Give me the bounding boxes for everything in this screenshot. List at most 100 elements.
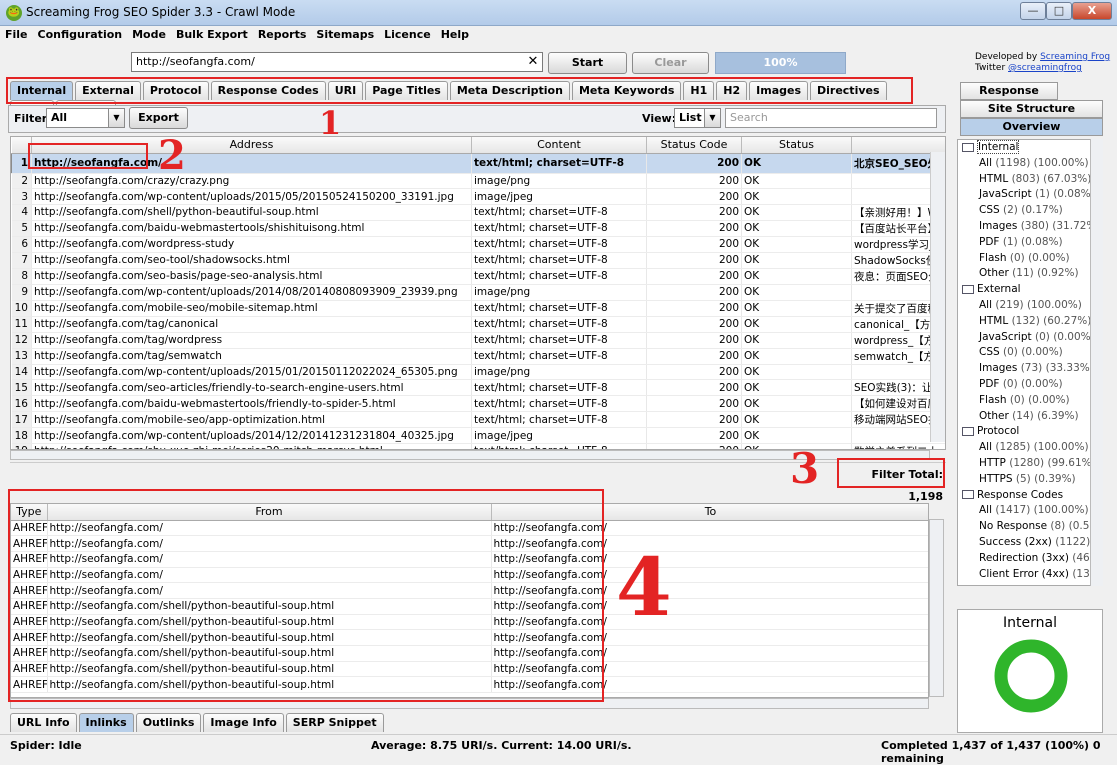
tree-item-count: (0) (0.00%) <box>1009 251 1070 264</box>
table-row[interactable]: 9 http://seofangfa.com/wp-content/uploads… <box>11 284 945 301</box>
table-row[interactable]: 10 http://seofangfa.com/mobile-seo/mobile… <box>11 300 945 317</box>
screaming-frog-link[interactable]: Screaming Frog <box>1040 52 1110 62</box>
menu-configuration[interactable]: Configuration <box>33 26 128 43</box>
menu-licence[interactable]: Licence <box>379 26 436 43</box>
address-cell: http://seofangfa.com/seo-tool/shadowsock… <box>31 252 472 269</box>
export-button[interactable]: Export <box>129 107 188 129</box>
column-header-title[interactable] <box>851 137 945 154</box>
tree-item[interactable]: Images (380) (31.72%) <box>958 219 1102 235</box>
tree-item[interactable]: No Response (8) (0.56 <box>958 519 1102 535</box>
column-header-status[interactable]: Status <box>741 137 852 154</box>
table-row[interactable]: 8 http://seofangfa.com/seo-basis/page-seo… <box>11 268 945 285</box>
tree-scrollbar[interactable] <box>1090 139 1103 586</box>
tab-serp-snippet[interactable]: SERP Snippet <box>285 713 384 732</box>
menu-bulk-export[interactable]: Bulk Export <box>171 26 253 43</box>
tree-item-label: HTML <box>979 314 1009 327</box>
minimize-button[interactable]: — <box>1020 2 1046 20</box>
menu-reports[interactable]: Reports <box>253 26 312 43</box>
table-row[interactable]: 17 http://seofangfa.com/mobile-seo/app-op… <box>11 411 945 429</box>
tree-category[interactable]: Response Codes <box>958 488 1102 504</box>
column-header-status-code[interactable]: Status Code <box>646 137 742 154</box>
table-row[interactable]: 18 http://seofangfa.com/wp-content/upload… <box>11 427 945 444</box>
maximize-button[interactable]: □ <box>1046 2 1072 20</box>
table-row[interactable]: 5 http://seofangfa.com/baidu-webmastertoo… <box>11 220 945 237</box>
tree-item[interactable]: PDF (1) (0.08%) <box>958 235 1102 251</box>
menu-mode[interactable]: Mode <box>127 26 171 43</box>
table-row[interactable]: 3 http://seofangfa.com/wp-content/uploads… <box>11 188 945 205</box>
content-cell: text/html; charset=UTF-8 <box>471 300 647 317</box>
menu-file[interactable]: File <box>0 26 33 43</box>
clear-url-icon[interactable]: ✕ <box>525 54 541 70</box>
row-number: 18 <box>11 427 32 444</box>
table-row[interactable]: 16 http://seofangfa.com/baidu-webmasterto… <box>11 395 945 413</box>
tree-category[interactable]: Internal <box>958 140 1102 156</box>
search-input[interactable]: Search <box>725 108 937 128</box>
tree-item[interactable]: Flash (0) (0.00%) <box>958 393 1102 409</box>
tree-item[interactable]: HTTP (1280) (99.61%) <box>958 456 1102 472</box>
tree-item-label: Flash <box>979 393 1007 406</box>
table-row[interactable]: 6 http://seofangfa.com/wordpress-study tex… <box>11 236 945 253</box>
menu-sitemaps[interactable]: Sitemaps <box>311 26 379 43</box>
status-code-cell: 200 <box>646 236 742 253</box>
start-button[interactable]: Start <box>548 52 627 74</box>
table-row[interactable]: 2 http://seofangfa.com/crazy/crazy.png ima… <box>11 173 945 190</box>
tree-item[interactable]: All (219) (100.00%) <box>958 298 1102 314</box>
tab-image-info[interactable]: Image Info <box>203 713 284 732</box>
table-row[interactable]: 15 http://seofangfa.com/seo-articles/frie… <box>11 379 945 397</box>
lower-vertical-scrollbar[interactable] <box>929 519 944 697</box>
tree-item[interactable]: PDF (0) (0.00%) <box>958 377 1102 393</box>
tree-item[interactable]: Other (11) (0.92%) <box>958 266 1102 282</box>
tab-site-structure[interactable]: Site Structure <box>960 100 1103 118</box>
tree-item-label: Images <box>979 362 1018 375</box>
filter-select[interactable]: All ▼ <box>46 108 125 128</box>
table-row[interactable]: 14 http://seofangfa.com/wp-content/upload… <box>11 364 945 381</box>
tree-item-label: PDF <box>979 377 1000 390</box>
tab-url-info[interactable]: URL Info <box>10 713 77 732</box>
vertical-scrollbar[interactable] <box>930 152 945 442</box>
tree-item[interactable]: CSS (0) (0.00%) <box>958 345 1102 361</box>
tree-item[interactable]: All (1285) (100.00%) <box>958 440 1102 456</box>
tree-item[interactable]: Client Error (4xx) (13) ( <box>958 567 1102 583</box>
clear-button[interactable]: Clear <box>632 52 709 74</box>
tree-category[interactable]: Protocol <box>958 424 1102 440</box>
tab-overview[interactable]: Overview <box>960 118 1103 136</box>
tree-item[interactable]: All (1417) (100.00%) <box>958 503 1102 519</box>
table-row[interactable]: 12 http://seofangfa.com/tag/wordpress text… <box>11 332 945 349</box>
status-cell: OK <box>741 252 852 269</box>
tab-response-times[interactable]: Response Times <box>960 82 1058 113</box>
close-button[interactable]: X <box>1072 2 1112 20</box>
tree-item[interactable]: Other (14) (6.39%) <box>958 409 1102 425</box>
tree-item[interactable]: HTML (132) (60.27%) <box>958 314 1102 330</box>
menu-help[interactable]: Help <box>436 26 474 43</box>
tree-item[interactable]: CSS (2) (0.17%) <box>958 203 1102 219</box>
table-row[interactable]: 4 http://seofangfa.com/shell/python-beaut… <box>11 204 945 221</box>
tab-outlinks[interactable]: Outlinks <box>135 713 202 732</box>
table-row[interactable]: 13 http://seofangfa.com/tag/semwatch text/… <box>11 348 945 365</box>
tree-item[interactable]: Flash (0) (0.00%) <box>958 251 1102 267</box>
tree-item-label: Client Error (4xx) <box>979 567 1069 580</box>
url-input[interactable]: http://seofangfa.com/ <box>131 52 543 72</box>
column-header-content[interactable]: Content <box>471 137 647 154</box>
tree-item[interactable]: Success (2xx) (1122) ( <box>958 535 1102 551</box>
table-row[interactable]: 7 http://seofangfa.com/seo-tool/shadowsoc… <box>11 252 945 269</box>
table-row[interactable]: 11 http://seofangfa.com/tag/canonical text… <box>11 316 945 333</box>
content-cell: image/png <box>471 173 647 190</box>
status-cell: OK <box>741 204 852 221</box>
view-select[interactable]: List ▼ <box>674 108 721 128</box>
tree-item[interactable]: Redirection (3xx) (46) ( <box>958 551 1102 567</box>
table-row[interactable]: 1 http://seofangfa.com/text/html; charset… <box>11 153 945 174</box>
tree-item[interactable]: HTTPS (5) (0.39%) <box>958 472 1102 488</box>
tree-item[interactable]: JavaScript (0) (0.00%) <box>958 330 1102 346</box>
tree-item[interactable]: HTML (803) (67.03%) <box>958 172 1102 188</box>
tree-item[interactable]: JavaScript (1) (0.08%) <box>958 187 1102 203</box>
window-title: Screaming Frog SEO Spider 3.3 - Crawl Mo… <box>26 5 296 19</box>
tree-item[interactable]: All (1198) (100.00%) <box>958 156 1102 172</box>
address-cell: http://seofangfa.com/crazy/crazy.png <box>31 173 472 190</box>
status-code-cell: 200 <box>646 348 742 365</box>
tree-item[interactable]: Images (73) (33.33%) <box>958 361 1102 377</box>
twitter-link[interactable]: @screamingfrog <box>1008 63 1082 73</box>
tree-item-count: (1417) (100.00%) <box>995 504 1089 517</box>
tab-inlinks[interactable]: Inlinks <box>78 713 134 732</box>
status-code-cell: 200 <box>646 395 742 413</box>
tree-category[interactable]: External <box>958 282 1102 298</box>
